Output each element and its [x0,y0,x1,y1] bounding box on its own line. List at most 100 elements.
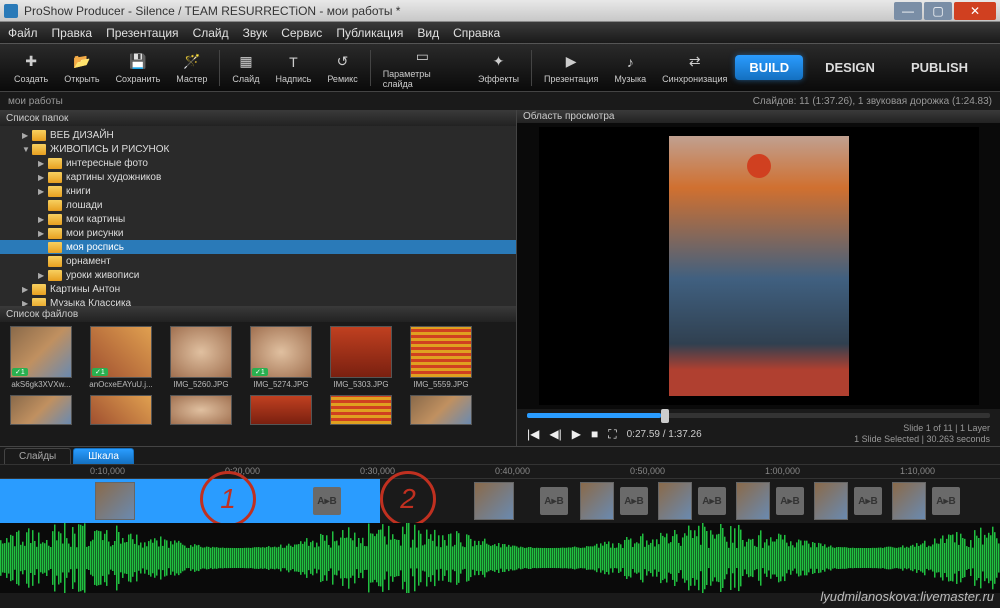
menu-slide[interactable]: Слайд [193,26,229,40]
file-thumbnail[interactable] [4,395,78,425]
file-thumbnail[interactable]: IMG_5559.JPG [404,326,478,389]
folder-tree-item[interactable]: ▶книги [0,184,516,198]
tree-arrow-icon[interactable]: ▶ [38,173,48,182]
menu-view[interactable]: Вид [417,26,439,40]
timeline-transition[interactable]: A▸B [540,487,568,515]
timeline-transition[interactable]: A▸B [620,487,648,515]
tool-icon: 💾 [126,52,150,72]
tree-arrow-icon[interactable]: ▶ [38,271,48,280]
maximize-button[interactable]: ▢ [924,2,952,20]
tool-button[interactable]: ♪Музыка [606,50,654,86]
seek-handle[interactable] [661,409,669,423]
stop-button[interactable]: ■ [591,427,598,441]
file-name: IMG_5559.JPG [404,380,478,389]
folder-tree-item[interactable]: ▼ЖИВОПИСЬ И РИСУНОК [0,142,516,156]
timeline-slide[interactable] [580,482,614,520]
timeline-slide[interactable] [892,482,926,520]
mode-design[interactable]: DESIGN [811,55,889,80]
slide-track[interactable]: A▸B A▸B A▸B A▸B A▸B A▸B A▸B 1 2 [0,479,1000,523]
tree-arrow-icon[interactable]: ▶ [22,285,32,294]
file-thumbnail[interactable]: IMG_5260.JPG [164,326,238,389]
tool-button[interactable]: 📂Открыть [56,50,107,86]
time-ruler[interactable]: 0:10,0000:20,0000:30,0000:40,0000:50,000… [0,465,1000,479]
file-thumbnail[interactable]: IMG_5303.JPG [324,326,398,389]
folder-list-header: Список папок [0,110,516,126]
file-thumbnail[interactable] [84,395,158,425]
tree-arrow-icon[interactable]: ▶ [38,215,48,224]
menu-file[interactable]: Файл [8,26,38,40]
folder-tree-item[interactable]: ▶ картины художников [0,170,516,184]
file-name: IMG_5274.JPG [244,380,318,389]
file-thumbnail[interactable] [244,395,318,425]
seek-bar[interactable] [527,413,990,418]
mode-build[interactable]: BUILD [735,55,803,80]
menu-presentation[interactable]: Презентация [106,26,179,40]
tree-arrow-icon[interactable]: ▼ [22,145,32,154]
file-thumbnail[interactable] [404,395,478,425]
file-thumbnail[interactable] [324,395,398,425]
timeline-slide[interactable] [814,482,848,520]
timeline-transition[interactable]: A▸B [776,487,804,515]
menu-service[interactable]: Сервис [281,26,322,40]
folder-tree-item[interactable]: ▶уроки живописи [0,268,516,282]
timeline-transition[interactable]: A▸B [932,487,960,515]
folder-tree-item[interactable]: орнамент [0,254,516,268]
folder-tree-item[interactable]: ▶ВЕБ ДИЗАЙН [0,128,516,142]
prev-button[interactable]: |◀ [527,427,539,441]
tree-arrow-icon[interactable]: ▶ [38,187,48,196]
tree-arrow-icon[interactable]: ▶ [22,131,32,140]
timeline-slide[interactable] [658,482,692,520]
tool-label: Сохранить [116,74,161,84]
tool-button[interactable]: ▭Параметры слайда [375,45,470,91]
file-thumbnail[interactable] [164,395,238,425]
folder-label: картины художников [66,172,161,183]
menubar: Файл Правка Презентация Слайд Звук Серви… [0,22,1000,44]
tool-button[interactable]: ✦Эффекты [470,50,527,86]
folder-tree-item[interactable]: ▶ интересные фото [0,156,516,170]
file-thumbnail[interactable]: ✓1anOcxeEAYuU.j... [84,326,158,389]
timeline-transition[interactable]: A▸B [313,487,341,515]
folder-tree-item[interactable]: моя роспись [0,240,516,254]
timeline-slide[interactable] [95,482,135,520]
menu-publish[interactable]: Публикация [336,26,403,40]
preview-canvas[interactable] [539,127,979,405]
tool-button[interactable]: ▦Слайд [224,50,267,86]
play-button[interactable]: ▶ [572,427,581,441]
tool-button[interactable]: ✚Создать [6,50,56,86]
tree-arrow-icon[interactable]: ▶ [22,299,32,307]
fullscreen-button[interactable]: ⛶ [608,427,616,442]
tool-button[interactable]: ТНадпись [267,50,319,86]
file-browser[interactable]: ✓1akS6gk3XVXw...✓1anOcxeEAYuU.j...IMG_52… [0,322,516,446]
folder-tree-item[interactable]: ▶Картины Антон [0,282,516,296]
file-thumbnail[interactable]: ✓1IMG_5274.JPG [244,326,318,389]
folder-label: интересные фото [66,158,148,169]
audio-waveform[interactable] [0,523,1000,593]
tab-scale[interactable]: Шкала [73,448,134,464]
tool-button[interactable]: ▶Презентация [536,50,606,86]
tool-button[interactable]: 💾 Сохранить [108,50,169,86]
tab-slides[interactable]: Слайды [4,448,71,464]
minimize-button[interactable]: — [894,2,922,20]
timeline-transition[interactable]: A▸B [854,487,882,515]
close-button[interactable]: ✕ [954,2,996,20]
folder-tree-item[interactable]: ▶мои картины [0,212,516,226]
folder-tree-item[interactable]: ▶мои рисунки [0,226,516,240]
tree-arrow-icon[interactable]: ▶ [38,229,48,238]
menu-sound[interactable]: Звук [243,26,268,40]
menu-help[interactable]: Справка [453,26,500,40]
file-thumbnail[interactable]: ✓1akS6gk3XVXw... [4,326,78,389]
tool-button[interactable]: 🪄Мастер [168,50,215,86]
timeline-transition[interactable]: A▸B [698,487,726,515]
tool-button[interactable]: ⇄Синхронизация [654,50,735,86]
timeline-slide[interactable] [736,482,770,520]
step-back-button[interactable]: ◀| [549,427,561,441]
folder-tree-item[interactable]: лошади [0,198,516,212]
tree-arrow-icon[interactable]: ▶ [38,159,48,168]
folder-tree-item[interactable]: ▶Музыка Классика [0,296,516,306]
timeline-slide[interactable] [474,482,514,520]
mode-publish[interactable]: PUBLISH [897,55,982,80]
tool-icon: ↺ [331,52,355,72]
tool-button[interactable]: ↺Ремикс [319,50,365,86]
menu-edit[interactable]: Правка [52,26,93,40]
folder-tree[interactable]: ▶ВЕБ ДИЗАЙН▼ЖИВОПИСЬ И РИСУНОК ▶ интересны… [0,126,516,306]
